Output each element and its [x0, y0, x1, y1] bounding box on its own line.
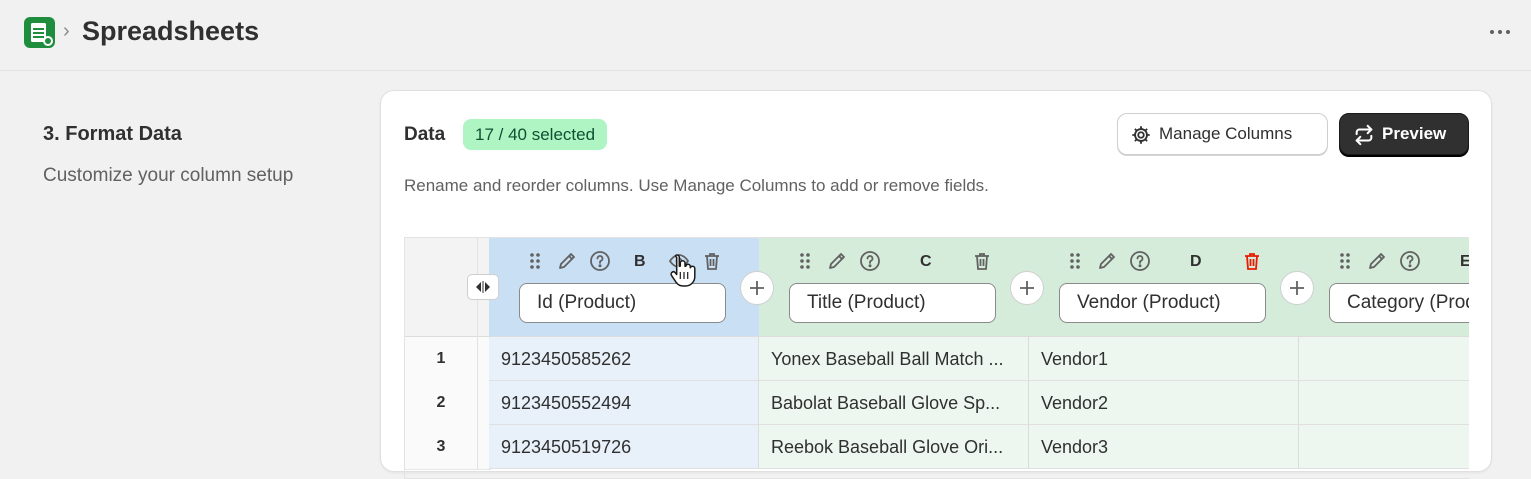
- drag-handle-icon[interactable]: [1334, 250, 1356, 272]
- column-name-input[interactable]: [789, 283, 996, 323]
- table-cell: [1299, 381, 1469, 425]
- gear-icon: [1132, 126, 1150, 144]
- preview-label: Preview: [1382, 124, 1447, 143]
- drag-handle-icon[interactable]: [1064, 250, 1086, 272]
- table-cell: Babolat Baseball Glove Sp...: [759, 381, 1029, 425]
- table-cell: 9123450585262: [489, 337, 759, 381]
- help-icon[interactable]: [1129, 250, 1151, 272]
- column-letter: C: [920, 253, 932, 270]
- manage-columns-label: Manage Columns: [1159, 124, 1293, 143]
- add-column-button[interactable]: [1010, 271, 1044, 305]
- table-cell: [1299, 337, 1469, 381]
- help-icon[interactable]: [859, 250, 881, 272]
- table-cell: Vendor3: [1029, 425, 1299, 469]
- format-data-card: Data 17 / 40 selected Manage Columns Pre…: [380, 90, 1492, 479]
- manage-columns-button[interactable]: Manage Columns: [1117, 113, 1328, 155]
- trash-icon[interactable]: [701, 250, 723, 272]
- pencil-icon[interactable]: [1366, 250, 1388, 272]
- table-cell: Vendor1: [1029, 337, 1299, 381]
- pencil-icon[interactable]: [1096, 250, 1118, 272]
- drag-handle-icon[interactable]: [794, 250, 816, 272]
- ellipsis-icon: [1490, 30, 1494, 34]
- more-actions-button[interactable]: [1490, 20, 1518, 44]
- table-cell: Yonex Baseball Ball Match ...: [759, 337, 1029, 381]
- plus-icon: [750, 281, 764, 295]
- breadcrumb-separator: ›: [63, 20, 70, 42]
- column-header-b: B: [489, 238, 760, 338]
- column-letter: D: [1190, 253, 1202, 270]
- top-bar: › Spreadsheets: [0, 0, 1531, 71]
- column-name-input[interactable]: [519, 283, 726, 323]
- column-resize-handle[interactable]: [467, 274, 499, 300]
- pencil-icon[interactable]: [556, 250, 578, 272]
- column-name-input[interactable]: [1329, 283, 1469, 323]
- card-description: Rename and reorder columns. Use Manage C…: [404, 176, 989, 195]
- refresh-arrows-icon: [1355, 124, 1373, 146]
- selection-count-badge: 17 / 40 selected: [463, 119, 608, 150]
- table-cell: Reebok Baseball Glove Ori...: [759, 425, 1029, 469]
- drag-handle-icon[interactable]: [524, 250, 546, 272]
- google-sheets-icon: [24, 17, 55, 48]
- plus-icon: [1290, 281, 1304, 295]
- column-letter: E: [1460, 253, 1469, 271]
- add-column-button[interactable]: [1280, 271, 1314, 305]
- pencil-icon[interactable]: [826, 250, 848, 272]
- page-title: Spreadsheets: [82, 16, 260, 46]
- plus-icon: [1020, 281, 1034, 295]
- table-cell: 9123450552494: [489, 381, 759, 425]
- column-header-c: C: [759, 238, 1030, 338]
- row-number: 2: [405, 381, 477, 426]
- add-column-button[interactable]: [740, 271, 774, 305]
- table-cell: 9123450519726: [489, 425, 759, 469]
- column-header-e: E: [1299, 238, 1469, 338]
- row-number: 1: [405, 337, 477, 382]
- row-number: 3: [405, 425, 477, 470]
- card-title: Data: [404, 124, 446, 145]
- trash-icon[interactable]: [1241, 250, 1263, 272]
- section-title: 3. Format Data: [43, 123, 182, 145]
- column-name-input[interactable]: [1059, 283, 1266, 323]
- column-letter: B: [634, 253, 646, 270]
- resize-arrows-icon: [476, 281, 490, 293]
- section-description: Customize your column setup: [43, 165, 294, 186]
- table-cell: Vendor2: [1029, 381, 1299, 425]
- table-cell: [1299, 425, 1469, 469]
- preview-button[interactable]: Preview: [1339, 113, 1469, 155]
- help-icon[interactable]: [1399, 250, 1421, 272]
- trash-icon[interactable]: [971, 250, 993, 272]
- help-icon[interactable]: [589, 250, 611, 272]
- eye-off-icon[interactable]: [668, 250, 690, 272]
- column-header-d: D: [1029, 238, 1300, 338]
